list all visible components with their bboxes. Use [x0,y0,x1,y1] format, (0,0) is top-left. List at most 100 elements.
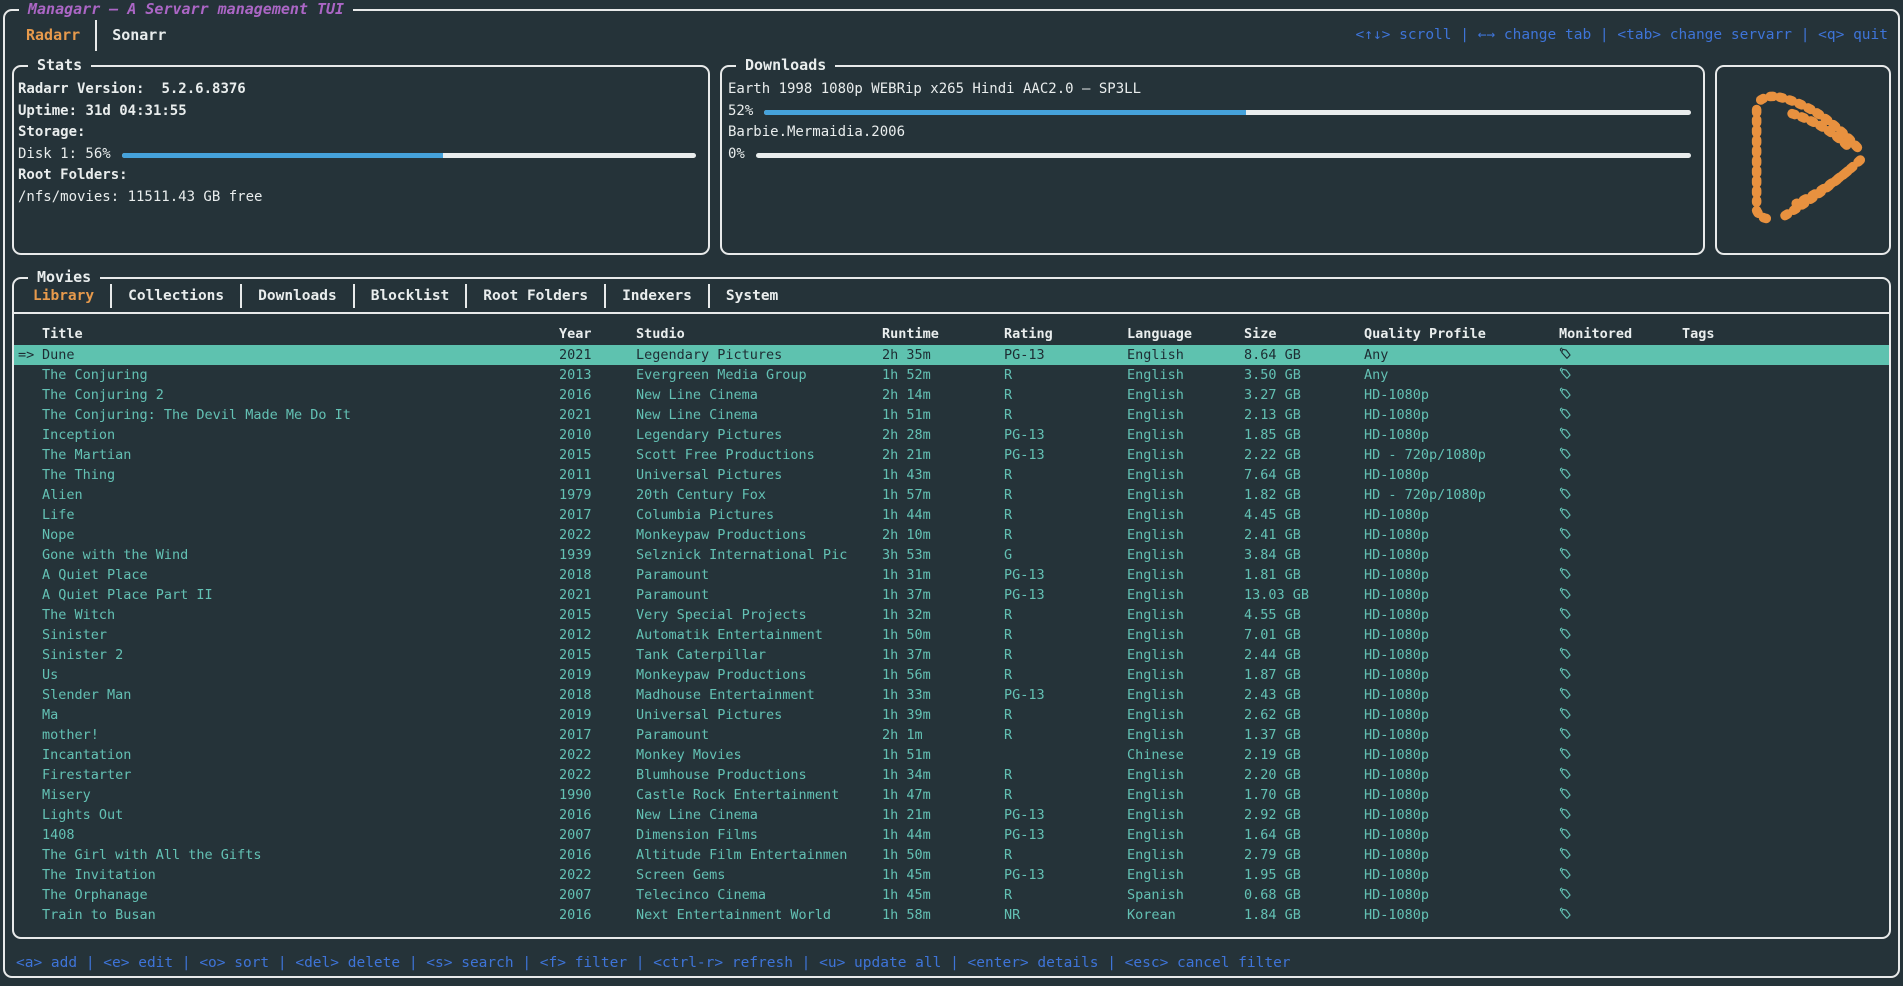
movies-table-body: => Dune 2021 Legendary Pictures 2h 35m P… [14,345,1889,925]
movie-row[interactable]: Sinister 2 2015 Tank Caterpillar 1h 37m … [14,645,1889,665]
movie-row[interactable]: The Conjuring 2 2016 New Line Cinema 2h … [14,385,1889,405]
movie-rating-cell: PG-13 [1004,825,1127,845]
movie-row[interactable]: Sinister 2012 Automatik Entertainment 1h… [14,625,1889,645]
movies-tab-system[interactable]: System [710,288,794,304]
movie-year-cell: 2022 [559,525,636,545]
movie-title-cell: Life [42,505,559,525]
download-percent-label: 0% [728,144,745,166]
movie-monitored-cell [1559,345,1682,365]
movie-size-cell: 1.81 GB [1244,565,1364,585]
tag-icon [1559,487,1572,501]
movie-row[interactable]: Us 2019 Monkeypaw Productions 1h 56m R E… [14,665,1889,685]
movie-language-cell: English [1127,605,1244,625]
movie-size-cell: 0.68 GB [1244,885,1364,905]
tag-icon [1559,387,1572,401]
column-header-studio: Studio [636,323,882,345]
movie-title-cell: The Conjuring: The Devil Made Me Do It [42,405,559,425]
movie-monitored-cell [1559,745,1682,765]
movie-studio-cell: New Line Cinema [636,805,882,825]
tag-icon [1559,747,1572,761]
tag-icon [1559,507,1572,521]
movie-row[interactable]: A Quiet Place Part II 2021 Paramount 1h … [14,585,1889,605]
movie-rating-cell: PG-13 [1004,585,1127,605]
movie-size-cell: 2.79 GB [1244,845,1364,865]
movie-row[interactable]: The Invitation 2022 Screen Gems 1h 45m P… [14,865,1889,885]
movie-row[interactable]: The Conjuring: The Devil Made Me Do It 2… [14,405,1889,425]
movie-row[interactable]: Life 2017 Columbia Pictures 1h 44m R Eng… [14,505,1889,525]
movies-panel: Movies LibraryCollectionsDownloadsBlockl… [12,277,1891,939]
movie-monitored-cell [1559,605,1682,625]
column-header-rating: Rating [1004,323,1127,345]
movies-tab-collections[interactable]: Collections [112,288,240,304]
movie-row[interactable]: Inception 2010 Legendary Pictures 2h 28m… [14,425,1889,445]
movie-row[interactable]: The Thing 2011 Universal Pictures 1h 43m… [14,465,1889,485]
movie-runtime-cell: 1h 34m [882,765,1004,785]
column-header-size: Size [1244,323,1364,345]
movie-quality-profile-cell: HD-1080p [1364,525,1559,545]
movie-language-cell: English [1127,405,1244,425]
movie-row[interactable]: Lights Out 2016 New Line Cinema 1h 21m P… [14,805,1889,825]
movie-title-cell: Misery [42,785,559,805]
movies-tab-downloads[interactable]: Downloads [242,288,353,304]
movie-studio-cell: Screen Gems [636,865,882,885]
movies-tab-root-folders[interactable]: Root Folders [467,288,604,304]
movie-quality-profile-cell: HD-1080p [1364,725,1559,745]
movie-language-cell: English [1127,425,1244,445]
movie-runtime-cell: 1h 44m [882,505,1004,525]
movie-quality-profile-cell: HD-1080p [1364,865,1559,885]
movie-quality-profile-cell: HD-1080p [1364,385,1559,405]
movie-quality-profile-cell: HD - 720p/1080p [1364,445,1559,465]
movie-row[interactable]: => Dune 2021 Legendary Pictures 2h 35m P… [14,345,1889,365]
downloads-panel: Downloads Earth 1998 1080p WEBRip x265 H… [720,65,1705,255]
download-item-progress-row: 0% [728,144,1691,166]
movie-studio-cell: Monkey Movies [636,745,882,765]
movie-row[interactable]: mother! 2017 Paramount 2h 1m R English 1… [14,725,1889,745]
movie-row[interactable]: Incantation 2022 Monkey Movies 1h 51m Ch… [14,745,1889,765]
movie-row[interactable]: Gone with the Wind 1939 Selznick Interna… [14,545,1889,565]
disk-usage-progress-fill [122,153,444,158]
app-window-border: Managarr – A Servarr management TUI Rada… [3,9,1900,978]
movie-rating-cell: PG-13 [1004,345,1127,365]
movie-title-cell: Us [42,665,559,685]
movie-row[interactable]: The Martian 2015 Scott Free Productions … [14,445,1889,465]
movie-studio-cell: Paramount [636,585,882,605]
movie-rating-cell: R [1004,705,1127,725]
movie-year-cell: 1979 [559,485,636,505]
movie-language-cell: English [1127,385,1244,405]
movie-monitored-cell [1559,805,1682,825]
movie-row[interactable]: The Witch 2015 Very Special Projects 1h … [14,605,1889,625]
movie-quality-profile-cell: Any [1364,365,1559,385]
movie-studio-cell: 20th Century Fox [636,485,882,505]
movie-row[interactable]: Ma 2019 Universal Pictures 1h 39m R Engl… [14,705,1889,725]
tag-icon [1559,567,1572,581]
movie-language-cell: English [1127,765,1244,785]
movie-studio-cell: Legendary Pictures [636,425,882,445]
movie-row[interactable]: Alien 1979 20th Century Fox 1h 57m R Eng… [14,485,1889,505]
movies-tab-indexers[interactable]: Indexers [606,288,708,304]
column-header-quality-profile: Quality Profile [1364,323,1559,345]
movie-runtime-cell: 2h 1m [882,725,1004,745]
movie-row[interactable]: The Orphanage 2007 Telecinco Cinema 1h 4… [14,885,1889,905]
movies-tab-blocklist[interactable]: Blocklist [355,288,466,304]
movie-row[interactable]: Misery 1990 Castle Rock Entertainment 1h… [14,785,1889,805]
movie-rating-cell: R [1004,505,1127,525]
movie-row[interactable]: Firestarter 2022 Blumhouse Productions 1… [14,765,1889,785]
movie-studio-cell: Selznick International Pic [636,545,882,565]
movie-year-cell: 2015 [559,645,636,665]
movie-monitored-cell [1559,425,1682,445]
movie-title-cell: Firestarter [42,765,559,785]
movie-row[interactable]: 1408 2007 Dimension Films 1h 44m PG-13 E… [14,825,1889,845]
movie-row[interactable]: The Conjuring 2013 Evergreen Media Group… [14,365,1889,385]
movies-tab-library[interactable]: Library [17,288,110,304]
movie-row[interactable]: Nope 2022 Monkeypaw Productions 2h 10m R… [14,525,1889,545]
servarr-tab-radarr[interactable]: Radarr [11,26,95,44]
movie-language-cell: English [1127,565,1244,585]
movie-row[interactable]: The Girl with All the Gifts 2016 Altitud… [14,845,1889,865]
movie-row[interactable]: Train to Busan 2016 Next Entertainment W… [14,905,1889,925]
movie-quality-profile-cell: HD - 720p/1080p [1364,485,1559,505]
movie-row[interactable]: A Quiet Place 2018 Paramount 1h 31m PG-1… [14,565,1889,585]
servarr-tab-sonarr[interactable]: Sonarr [97,26,181,44]
movie-rating-cell: R [1004,885,1127,905]
movie-year-cell: 2015 [559,445,636,465]
movie-row[interactable]: Slender Man 2018 Madhouse Entertainment … [14,685,1889,705]
